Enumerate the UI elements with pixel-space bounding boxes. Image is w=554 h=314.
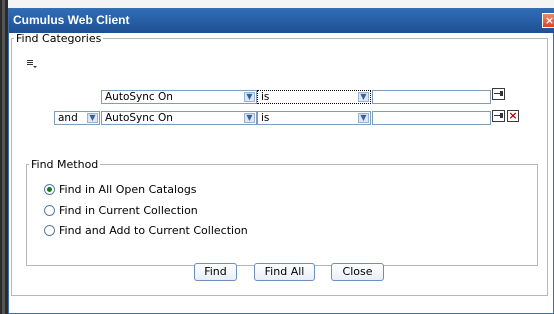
radio-button[interactable] [44,204,55,216]
chevron-down-icon: ▼ [244,92,255,102]
conjunction-select-value: and [58,112,78,124]
radio-button[interactable] [44,183,55,195]
title-bar[interactable]: Cumulus Web Client × [9,9,554,33]
field-select-row-1[interactable]: AutoSync On ▼ [101,90,257,104]
window-title: Cumulus Web Client [13,13,130,27]
radio-label: Find and Add to Current Collection [59,223,248,237]
radio-label: Find in Current Collection [59,203,198,217]
close-button[interactable]: Close [331,263,384,281]
chevron-down-icon: ▼ [87,113,98,123]
value-field-row-1[interactable] [372,90,491,104]
value-field-row-2[interactable] [372,111,491,125]
menu-icon[interactable] [26,58,38,70]
chevron-down-icon: ▼ [244,113,255,123]
field-select-value: AutoSync On [105,91,173,103]
radio-button[interactable] [44,224,55,236]
field-select-row-2[interactable]: AutoSync On ▼ [101,111,257,125]
operator-select-value: is [261,112,270,124]
close-window-button[interactable]: × [542,13,554,28]
field-select-value: AutoSync On [105,112,173,124]
find-button[interactable]: Find [194,263,237,281]
operator-select-value: is [261,91,270,103]
radio-option-add-to-collection[interactable]: Find and Add to Current Collection [44,223,248,237]
radio-option-all-open-catalogs[interactable]: Find in All Open Catalogs [44,182,197,196]
operator-select-row-2[interactable]: is ▼ [257,111,371,125]
remove-row-button[interactable]: × [507,110,519,122]
find-method-legend: Find Method [31,158,99,171]
add-row-icon[interactable] [492,88,505,100]
find-all-button[interactable]: Find All [254,263,315,281]
find-categories-legend: Find Categories [16,32,102,45]
conjunction-select-row-2[interactable]: and ▼ [54,111,100,125]
chevron-down-icon: ▼ [358,113,369,123]
add-row-icon[interactable] [492,110,505,122]
radio-label: Find in All Open Catalogs [59,182,197,196]
chevron-down-icon: ▼ [358,92,369,102]
background-window-edge [0,0,8,314]
operator-select-row-1[interactable]: is ▼ [257,90,371,104]
radio-option-current-collection[interactable]: Find in Current Collection [44,203,198,217]
